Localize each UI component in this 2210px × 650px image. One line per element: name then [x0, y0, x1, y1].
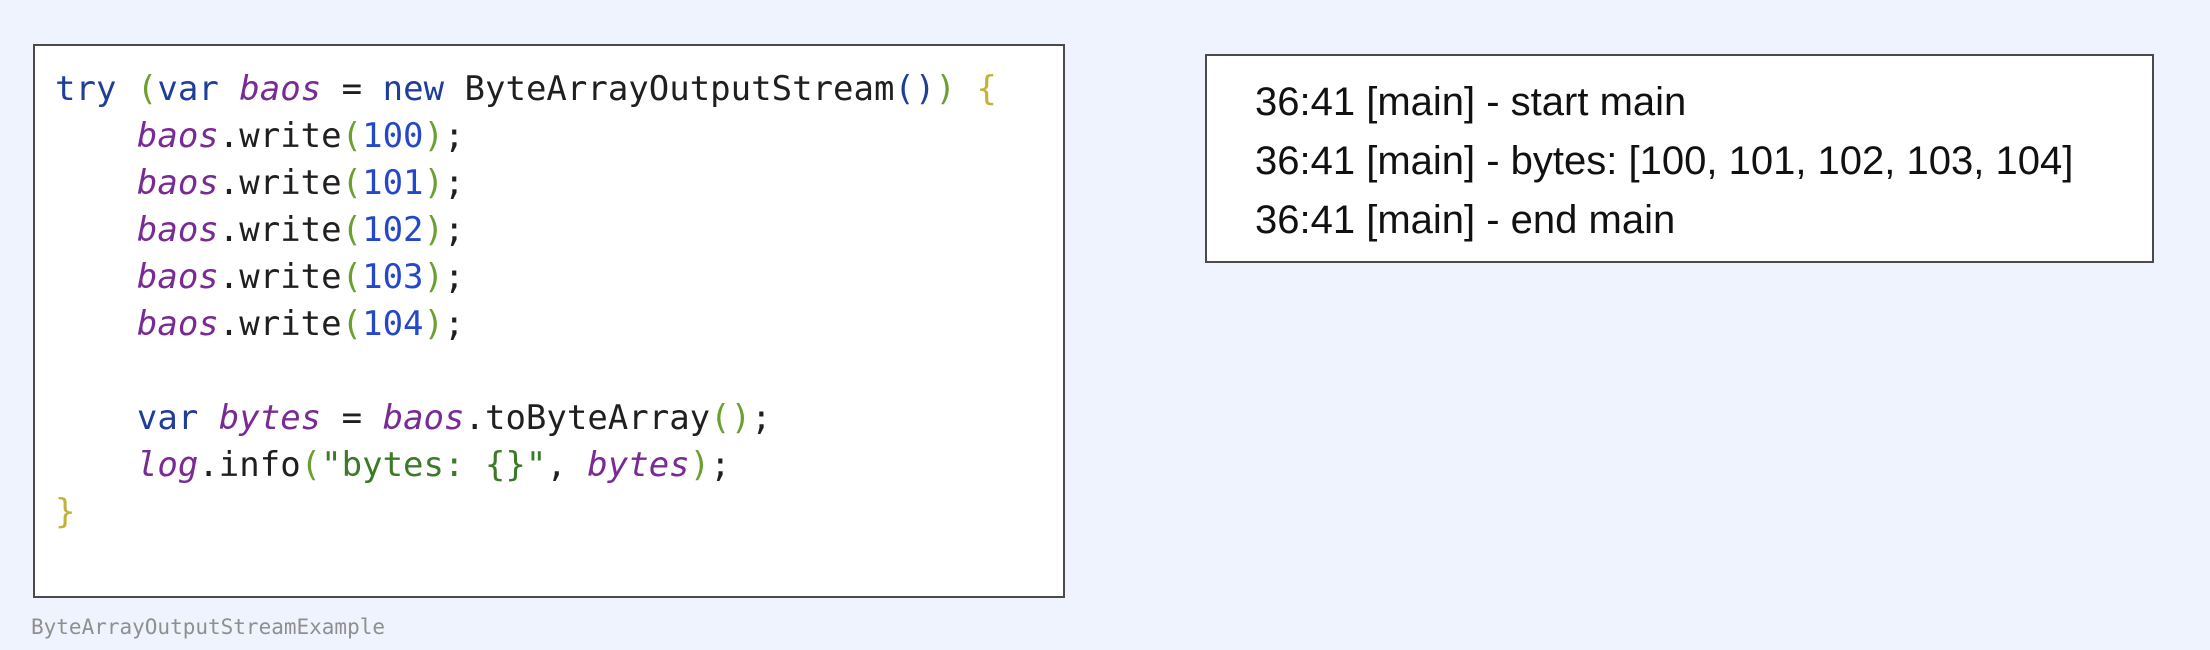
code-token: log [136, 445, 199, 485]
code-token: ByteArrayOutputStream [464, 69, 895, 109]
code-token: ; [444, 257, 465, 297]
code-line-10: } [55, 489, 997, 536]
code-token: try [55, 69, 117, 109]
code-line-2: baos.write(100); [55, 113, 997, 160]
code-line-3: baos.write(101); [55, 160, 997, 207]
code-token: var [136, 398, 199, 438]
code-token: baos [136, 163, 219, 203]
code-token: baos [136, 210, 219, 250]
code-token: = [341, 69, 363, 109]
console-output: 36:41 [main] - start main 36:41 [main] -… [1255, 73, 2073, 250]
code-token: new [382, 69, 445, 109]
code-token: 104 [362, 304, 424, 344]
code-token: .write [218, 304, 342, 344]
code-token: ; [710, 445, 731, 485]
code-line-1: try (var baos = new ByteArrayOutputStrea… [55, 66, 997, 113]
code-token: "bytes: {}" [321, 445, 547, 485]
code-token: 102 [362, 210, 424, 250]
code-block: try (var baos = new ByteArrayOutputStrea… [55, 66, 997, 536]
code-token: .write [218, 210, 342, 250]
code-token: .write [218, 116, 342, 156]
code-token: ( [341, 116, 363, 156]
code-token: ( [341, 163, 363, 203]
code-caption: ByteArrayOutputStreamExample [31, 615, 386, 639]
code-line-5: baos.write(103); [55, 254, 997, 301]
code-panel: try (var baos = new ByteArrayOutputStrea… [33, 44, 1065, 598]
code-token: 100 [362, 116, 424, 156]
code-token: ( [136, 69, 158, 109]
code-token: ; [444, 116, 465, 156]
code-token: baos [136, 304, 219, 344]
code-token: baos [136, 116, 219, 156]
code-token: } [55, 492, 76, 532]
code-token: baos [382, 398, 465, 438]
console-line: 36:41 [main] - bytes: [100, 101, 102, 10… [1255, 139, 2074, 183]
code-token: ; [444, 163, 465, 203]
code-line-4: baos.write(102); [55, 207, 997, 254]
code-token: bytes [587, 445, 690, 485]
code-line-6: baos.write(104); [55, 301, 997, 348]
code-token: 103 [362, 257, 424, 297]
code-token: ; [444, 304, 465, 344]
console-output-panel: 36:41 [main] - start main 36:41 [main] -… [1205, 54, 2154, 263]
code-token: () [710, 398, 752, 438]
code-token: .info [198, 445, 301, 485]
console-line: 36:41 [main] - start main [1255, 80, 1687, 124]
code-token: ) [423, 163, 444, 203]
code-token: ) [935, 69, 956, 109]
code-token: () [894, 69, 936, 109]
code-token: , [546, 445, 567, 485]
code-token: .write [218, 163, 342, 203]
code-token: bytes [218, 398, 322, 438]
code-token: ( [300, 445, 322, 485]
code-token: ( [341, 257, 363, 297]
code-token: ) [423, 116, 444, 156]
code-token: var [157, 69, 219, 109]
code-token: ) [423, 304, 444, 344]
code-token: ( [341, 210, 363, 250]
code-line-8: var bytes = baos.toByteArray(); [55, 395, 997, 442]
code-token: baos [239, 69, 322, 109]
code-token: = [341, 398, 363, 438]
code-token: baos [136, 257, 219, 297]
console-line: 36:41 [main] - end main [1255, 198, 1676, 242]
code-token: ) [423, 257, 444, 297]
code-token: { [976, 69, 997, 109]
code-token: .toByteArray [464, 398, 711, 438]
code-token: ) [423, 210, 444, 250]
code-token: 101 [362, 163, 424, 203]
code-token: ) [689, 445, 711, 485]
code-token: .write [218, 257, 342, 297]
code-line-9: log.info("bytes: {}", bytes); [55, 442, 997, 489]
code-token: ; [444, 210, 465, 250]
code-token: ( [341, 304, 363, 344]
code-token: ; [751, 398, 772, 438]
